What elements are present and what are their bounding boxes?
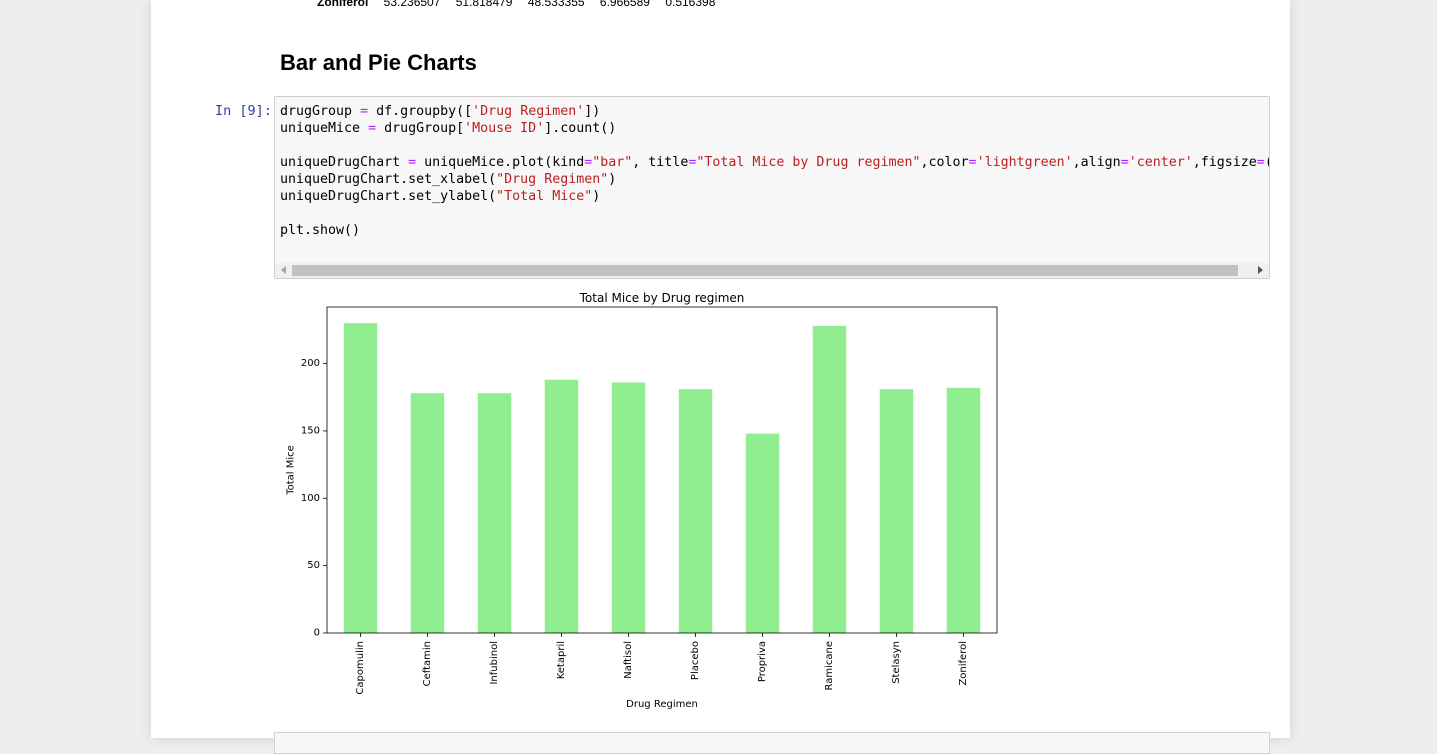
chart-bar [343,323,378,633]
cell-output: Capomulin Ceftamin Infubinol Ketapril Naftis… [274,284,1034,724]
code-line: uniqueDrugChart.set_xlabel("Drug Regimen… [280,172,617,187]
y-axis-label: Total Mice [286,445,297,496]
code-line: uniqueDrugChart = uniqueMice.plot(kind="… [280,155,1269,170]
code-line: drugGroup = df.groupby(['Drug Regimen']) [280,104,601,119]
code-line: uniqueDrugChart.set_ylabel("Total Mice") [280,189,601,204]
chart-bar [477,393,512,633]
chart-title: Total Mice by Drug regimen [579,291,745,305]
x-tick-label: Stelasyn [891,641,902,684]
chart-bar [611,382,646,633]
row-value: 6.966589 [599,0,650,9]
code-line: uniqueMice = drugGroup['Mouse ID'].count… [280,121,617,136]
notebook-page: Zoniferol 53.236507 51.818479 48.533355 … [151,0,1290,754]
x-tick-label: Capomulin [355,641,366,695]
x-tick-label: Naftisol [623,641,634,679]
chart-bar [879,389,914,633]
y-tick-label: 200 [301,358,320,369]
x-tick-label: Infubinol [489,641,500,685]
chart-bar [946,387,981,633]
x-axis-label: Drug Regimen [626,699,698,710]
row-value: 0.516398 [665,0,716,9]
code-line: plt.show() [280,223,361,238]
x-tick-label: Ceftamin [422,641,433,686]
x-tick-label: Placebo [690,641,701,680]
row-value: 53.236507 [383,0,441,9]
x-tick-label: Zoniferol [958,641,969,686]
y-tick-label: 100 [301,493,320,504]
chart-bar [544,379,579,633]
y-tick-label: 0 [314,628,320,639]
horizontal-scrollbar[interactable] [275,263,1269,278]
scroll-right-icon[interactable] [1258,266,1263,274]
x-tick-label: Ramicane [824,641,835,691]
y-tick-label: 50 [307,560,320,571]
code-editor[interactable]: drugGroup = df.groupby(['Drug Regimen'])… [280,103,1269,239]
x-tick-label: Ketapril [556,641,567,679]
row-value: 48.533355 [527,0,585,9]
next-code-cell[interactable] [274,732,1270,754]
previous-output-row: Zoniferol 53.236507 51.818479 48.533355 … [317,0,727,9]
scroll-left-icon[interactable] [281,266,286,274]
code-cell[interactable]: drugGroup = df.groupby(['Drug Regimen'])… [274,96,1270,279]
input-prompt: In [9]: [215,103,272,119]
x-tick-label: Propriva [757,641,768,682]
chart-bar [410,393,445,633]
chart-bar [678,389,713,633]
chart-bar [745,433,780,633]
row-index: Zoniferol [317,0,369,9]
y-tick-label: 150 [301,425,320,436]
section-heading: Bar and Pie Charts [280,50,477,75]
chart-bar [812,325,847,633]
scrollbar-thumb[interactable] [292,265,1238,276]
bar-chart: Capomulin Ceftamin Infubinol Ketapril Naftis… [286,291,998,710]
row-value: 51.818479 [455,0,513,9]
